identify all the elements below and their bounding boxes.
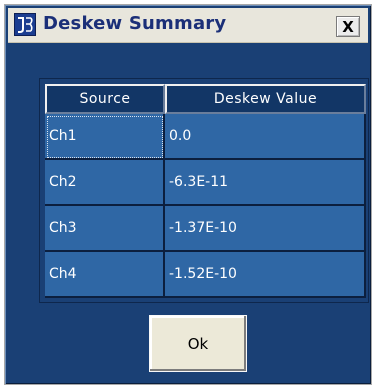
cell-deskew-value[interactable]: -6.3E-11 [165,160,366,206]
app-logo-icon [14,13,36,36]
cell-deskew-value[interactable]: -1.52E-10 [165,252,366,298]
deskew-summary-dialog: Deskew Summary X Source Deskew Value Ch1… [4,4,372,385]
table-row[interactable]: Ch1 0.0 [45,114,366,160]
deskew-table: Source Deskew Value Ch1 0.0 Ch2 -6.3E-11… [45,84,366,298]
cell-source[interactable]: Ch4 [45,252,165,298]
table-row[interactable]: Ch2 -6.3E-11 [45,160,366,206]
cell-deskew-value[interactable]: -1.37E-10 [165,206,366,252]
cell-deskew-value[interactable]: 0.0 [165,114,366,160]
column-header-deskew-value[interactable]: Deskew Value [165,84,366,114]
column-header-source[interactable]: Source [45,84,165,114]
table-row[interactable]: Ch3 -1.37E-10 [45,206,366,252]
table-row[interactable]: Ch4 -1.52E-10 [45,252,366,298]
table-header-row: Source Deskew Value [45,84,366,114]
title-bar[interactable]: Deskew Summary X [8,8,368,43]
window-title: Deskew Summary [43,13,227,34]
cell-source[interactable]: Ch2 [45,160,165,206]
cell-source[interactable]: Ch3 [45,206,165,252]
close-icon: X [342,17,354,36]
ok-button[interactable]: Ok [149,315,247,372]
close-button[interactable]: X [336,16,360,37]
ok-button-label: Ok [187,334,209,353]
deskew-table-frame: Source Deskew Value Ch1 0.0 Ch2 -6.3E-11… [39,78,369,303]
cell-source[interactable]: Ch1 [45,114,165,160]
